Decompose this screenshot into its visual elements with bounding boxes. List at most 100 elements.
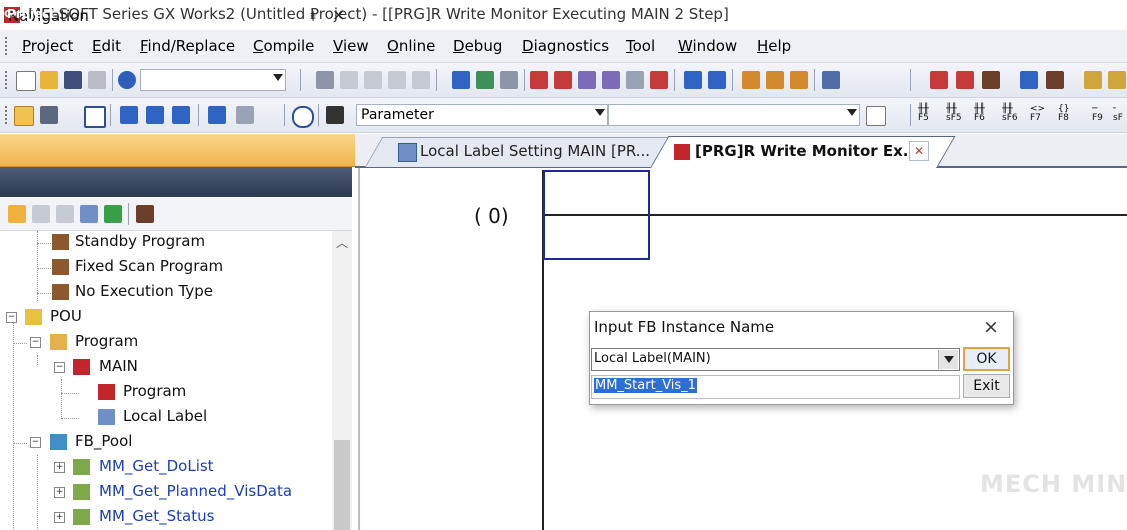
ladder-symbol-icon[interactable] [930,71,948,89]
fkey-f7[interactable]: <> F7 [1030,105,1045,123]
entry-icon[interactable] [742,71,760,89]
menu-help[interactable]: Help [757,37,791,55]
verify-icon[interactable] [578,71,596,89]
tree-item-program[interactable]: Program [0,381,330,405]
collapse-icon[interactable]: − [30,437,41,448]
fkey-f9[interactable]: ─ F9 [1092,105,1103,123]
expand-icon[interactable]: + [54,512,65,523]
fkey-sf[interactable]: ╴ sF [1113,105,1123,123]
menu-grip[interactable] [5,37,10,55]
dev-icon-1[interactable] [120,106,138,124]
exit-button[interactable]: Exit [963,374,1010,398]
help-about-icon[interactable] [118,71,136,89]
tree-item-mm-get-planned-visdata[interactable]: + MM_Get_Planned_VisData [0,481,330,505]
help-icon[interactable] [292,106,314,128]
ladder-symbol-7-icon[interactable] [1108,71,1126,89]
dev-view-icon[interactable] [208,106,226,124]
redo-icon[interactable] [412,71,430,89]
fkey-f8[interactable]: {} F8 [1058,105,1069,123]
close-tab-icon[interactable]: ✕ [909,141,929,161]
ladder-symbol-5-icon[interactable] [1046,71,1064,89]
tree-item-pou[interactable]: − POU [0,306,330,330]
navigation-toggle-icon[interactable] [14,106,34,126]
fkey-sf5[interactable]: ╫╫ sF5 [946,105,962,123]
tree-item-mm-get-status[interactable]: + MM_Get_Status [0,506,330,530]
ladder-symbol-2-icon[interactable] [956,71,974,89]
write-plc-icon[interactable] [530,71,548,89]
cut-icon[interactable] [316,71,334,89]
menu-view[interactable]: View [333,37,369,55]
expand-icon[interactable]: + [54,462,65,473]
open-folder-icon[interactable] [40,71,58,89]
dev-icon-3[interactable] [172,106,190,124]
copy-icon[interactable] [32,205,50,223]
properties-icon[interactable] [80,205,98,223]
ok-button[interactable]: OK [963,347,1010,371]
new-file-icon[interactable] [16,71,36,91]
expand-icon[interactable]: + [54,487,65,498]
menu-online[interactable]: Online [387,37,435,55]
menu-compile[interactable]: Compile [253,37,314,55]
search-options-icon[interactable] [236,106,254,124]
print-icon[interactable] [88,71,106,89]
parameter-combo[interactable]: Parameter [356,104,608,126]
fkey-f6[interactable]: ╫╫ F6 [974,105,985,123]
save-icon[interactable] [64,71,82,89]
device-batch-icon[interactable] [476,71,494,89]
scroll-up-icon[interactable]: ︿ [336,234,348,251]
window-icon[interactable] [84,106,106,128]
tab-write-monitor-label[interactable]: [PRG]R Write Monitor Ex... [695,142,920,160]
label-type-dropdown-button[interactable] [938,350,958,369]
simulator-icon[interactable] [822,71,840,89]
paste-icon[interactable] [56,205,74,223]
entry-batch-icon[interactable] [766,71,784,89]
menu-tool[interactable]: Tool [626,37,655,55]
page-icon[interactable] [866,106,886,126]
parameter-combo-extension[interactable] [608,104,860,126]
project-section-header[interactable] [0,167,352,197]
watch-icon[interactable] [790,71,808,89]
close-icon[interactable]: × [983,316,999,338]
menu-edit[interactable]: Edit [92,37,121,55]
ladder-symbol-3-icon[interactable] [982,71,1000,89]
hex-icon[interactable] [500,71,518,89]
element-list-icon[interactable] [40,106,58,124]
sort-icon[interactable] [136,205,154,223]
collapse-icon[interactable]: − [30,337,41,348]
monitor-icon[interactable] [602,71,620,89]
collapse-icon[interactable]: − [54,362,65,373]
tree-item-local-label[interactable]: Local Label [0,406,330,430]
ladder-symbol-4-icon[interactable] [1020,71,1038,89]
menu-debug[interactable]: Debug [453,37,502,55]
copy-icon[interactable] [340,71,358,89]
tree-item-fixed-scan-program[interactable]: Fixed Scan Program [0,256,330,280]
read-plc-icon[interactable] [554,71,572,89]
ladder-symbol-6-icon[interactable] [1084,71,1102,89]
tree-item-no-execution-type[interactable]: No Execution Type [0,281,330,305]
tree-item-standby-program[interactable]: Standby Program [0,231,330,255]
dev-test-icon[interactable] [684,71,702,89]
tab-local-label-setting-label[interactable]: Local Label Setting MAIN [PR... [420,142,650,160]
tree-scrollbar-thumb[interactable] [334,440,350,530]
toolbar-grip[interactable] [5,106,10,124]
fkey-f5[interactable]: ╫╫ F5 [918,105,929,123]
tree-item-fb-pool[interactable]: − FB_Pool [0,431,330,455]
binoculars-icon[interactable] [326,106,344,124]
monitor-write-icon[interactable] [650,71,668,89]
dev-batch-icon[interactable] [708,71,726,89]
pin-icon[interactable]: ⯒ [310,6,316,30]
device-icon[interactable] [452,71,470,89]
toolbar-grip[interactable] [5,71,10,89]
menu-diagnostics[interactable]: Diagnostics [522,37,609,55]
close-icon[interactable]: × [332,5,345,24]
menu-window[interactable]: Window [678,37,737,55]
tree-item-program-folder[interactable]: − Program [0,331,330,355]
paste-icon[interactable] [364,71,382,89]
instance-name-value[interactable]: MM_Start_Vis_1 [594,378,697,393]
toolbar-combo[interactable] [140,69,286,91]
tree-item-mm-get-dolist[interactable]: + MM_Get_DoList [0,456,330,480]
monitor-stop-icon[interactable] [626,71,644,89]
menu-project[interactable]: Project [22,37,73,55]
fkey-sf6[interactable]: ╫╫ sF6 [1002,105,1018,123]
add-new-data-icon[interactable] [8,205,26,223]
